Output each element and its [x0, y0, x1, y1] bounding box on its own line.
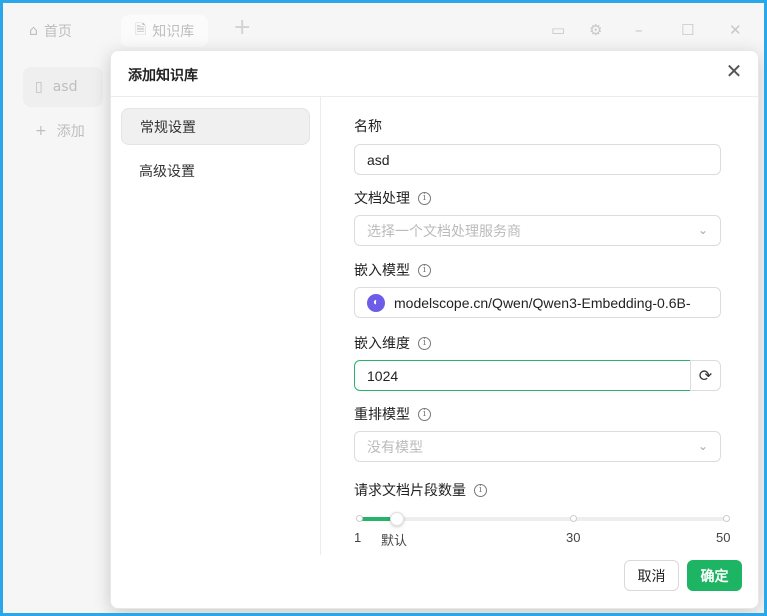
rerank-select[interactable]: 没有模型 ⌄	[354, 431, 721, 462]
slider-min-label: 1	[354, 530, 362, 545]
book-icon: ▯	[35, 79, 43, 95]
slider-mark-dot	[723, 515, 730, 522]
embed-dim-input[interactable]: 1024	[354, 360, 691, 391]
app-window: ⌂ 首页 🗎 知识库 + ▭ ⚙ – ☐ ✕ ▯ asd + 添加 添加知识库 …	[0, 0, 767, 616]
tab-home-label: 首页	[43, 24, 72, 40]
embed-model-value: modelscope.cn/Qwen/Qwen3-Embedding-0.6B-	[394, 294, 691, 311]
gear-icon[interactable]: ⚙	[589, 21, 602, 39]
cancel-button[interactable]: 取消	[624, 560, 679, 591]
info-icon[interactable]: i	[418, 263, 431, 277]
name-label-text: 名称	[354, 119, 382, 135]
sidebar-item-label: asd	[52, 79, 78, 95]
confirm-button[interactable]: 确定	[687, 560, 742, 591]
slider-mark-dot	[570, 515, 577, 522]
tab-kb-label: 知识库	[152, 24, 195, 40]
info-icon[interactable]: i	[474, 483, 487, 497]
refresh-icon[interactable]: ⟳	[690, 360, 721, 391]
name-input[interactable]: asd	[354, 144, 721, 175]
sidebar-item-asd[interactable]: ▯ asd	[23, 67, 103, 107]
embed-model-select[interactable]: ◐ modelscope.cn/Qwen/Qwen3-Embedding-0.6…	[354, 287, 721, 318]
rerank-placeholder: 没有模型	[367, 438, 423, 455]
monitor-icon[interactable]: ▭	[551, 21, 565, 39]
close-icon[interactable]: ✕	[724, 61, 744, 81]
sidebar: ▯ asd + 添加	[3, 59, 106, 613]
dialog-title: 添加知识库	[128, 68, 198, 84]
info-icon[interactable]: i	[418, 336, 431, 350]
maximize-icon[interactable]: ☐	[681, 21, 694, 39]
rerank-label: 重排模型 i	[354, 404, 431, 424]
chunk-count-slider[interactable]	[356, 512, 730, 526]
embed-model-label: 嵌入模型 i	[354, 260, 431, 280]
close-window-icon[interactable]: ✕	[729, 21, 742, 39]
embed-model-label-text: 嵌入模型	[354, 263, 410, 279]
slider-handle[interactable]	[390, 512, 404, 526]
add-tab-button[interactable]: +	[233, 15, 251, 40]
doc-processing-label: 文档处理 i	[354, 188, 431, 208]
embed-dim-label-text: 嵌入维度	[354, 336, 410, 352]
slider-max-label: 50	[716, 530, 731, 545]
sidebar-item-add[interactable]: + 添加	[23, 111, 103, 151]
nav-general-settings[interactable]: 常规设置	[121, 108, 310, 145]
slider-default-label: 默认	[381, 533, 408, 548]
document-icon: 🗎	[135, 22, 147, 38]
chevron-down-icon: ⌄	[697, 223, 708, 237]
chunk-count-label: 请求文档片段数量 i	[354, 480, 487, 500]
info-icon[interactable]: i	[418, 407, 431, 421]
slider-mid-label: 30	[566, 530, 581, 545]
settings-nav: 常规设置 高级设置	[111, 97, 321, 555]
sidebar-item-label: 添加	[56, 124, 85, 140]
embed-dim-label: 嵌入维度 i	[354, 333, 431, 353]
tab-home[interactable]: ⌂ 首页	[29, 17, 72, 45]
rerank-label-text: 重排模型	[354, 407, 410, 423]
home-icon: ⌂	[29, 23, 38, 39]
modelscope-logo-icon: ◐	[367, 293, 385, 312]
slider-mark-dot	[356, 515, 363, 522]
chunk-count-label-text: 请求文档片段数量	[354, 483, 466, 499]
nav-advanced-settings[interactable]: 高级设置	[121, 152, 310, 189]
info-icon[interactable]: i	[418, 191, 431, 205]
minimize-icon[interactable]: –	[635, 21, 643, 39]
doc-processing-select[interactable]: 选择一个文档处理服务商 ⌄	[354, 215, 721, 246]
doc-processing-placeholder: 选择一个文档处理服务商	[367, 222, 521, 239]
name-label: 名称	[354, 116, 382, 136]
tab-knowledge-base[interactable]: 🗎 知识库	[121, 15, 209, 47]
chevron-down-icon: ⌄	[697, 439, 708, 453]
doc-processing-label-text: 文档处理	[354, 191, 410, 207]
plus-icon: +	[35, 123, 47, 139]
add-knowledge-base-dialog: 添加知识库 ✕ 常规设置 高级设置 名称 asd 文档处理 i 选择一个文档处理…	[110, 50, 759, 609]
